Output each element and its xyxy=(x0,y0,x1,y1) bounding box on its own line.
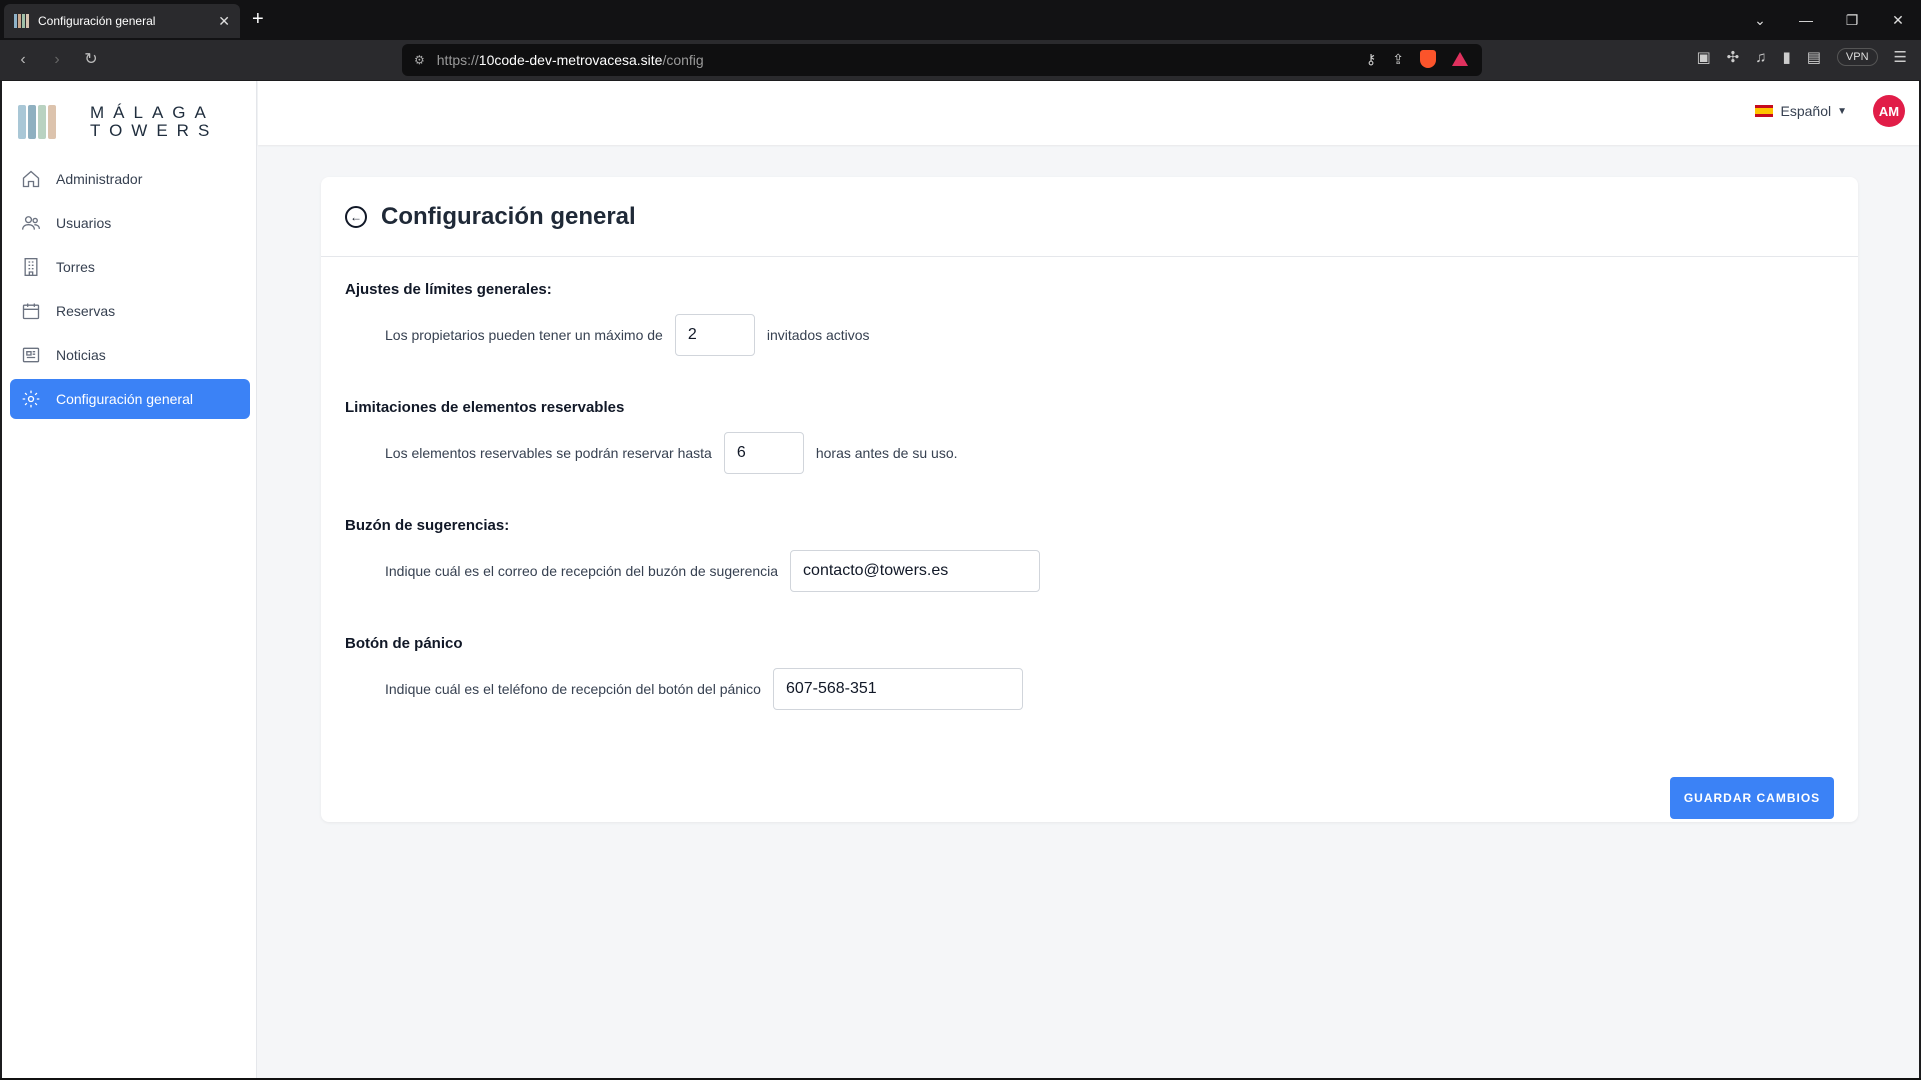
back-arrow-icon[interactable]: ‹ xyxy=(12,49,34,71)
setting-prefix: Indique cuál es el teléfono de recepción… xyxy=(385,681,761,697)
minimize-icon[interactable]: — xyxy=(1783,12,1829,28)
card-header: ← Configuración general xyxy=(321,177,1858,257)
site-favicon-icon xyxy=(14,14,30,28)
menu-icon[interactable]: ☰ xyxy=(1894,48,1907,66)
restore-icon[interactable]: ❐ xyxy=(1829,12,1875,29)
setting-suffix: invitados activos xyxy=(766,327,870,343)
setting-prefix: Indique cuál es el correo de recepción d… xyxy=(385,563,779,579)
logo[interactable]: MÁLAGA TOWERS xyxy=(18,99,228,145)
section-heading: Ajustes de límites generales: xyxy=(345,281,552,298)
sidebar-item-usuarios[interactable]: Usuarios xyxy=(10,203,250,243)
sidebar-item-label: Administrador xyxy=(56,171,143,187)
setting-row: Indique cuál es el correo de recepción d… xyxy=(345,550,1745,592)
share-icon[interactable]: ⇪ xyxy=(1392,51,1404,68)
sidebar-item-reservas[interactable]: Reservas xyxy=(10,291,250,331)
top-header: Español ▼ AM xyxy=(258,81,1919,145)
avatar[interactable]: AM xyxy=(1873,95,1905,127)
panic-phone-input[interactable] xyxy=(772,668,1023,710)
sidebar-item-label: Noticias xyxy=(56,347,106,363)
config-card: ← Configuración general Ajustes de límit… xyxy=(321,177,1858,822)
setting-row: Indique cuál es el teléfono de recepción… xyxy=(345,668,1745,710)
section-suggestions: Buzón de sugerencias: Indique cuál es el… xyxy=(345,517,1745,592)
sidebar-item-label: Usuarios xyxy=(56,215,112,231)
puzzle-icon[interactable]: ✣ xyxy=(1727,48,1740,66)
users-icon xyxy=(20,212,42,234)
tab-close-icon[interactable]: ✕ xyxy=(218,13,230,30)
forward-arrow-icon[interactable]: › xyxy=(46,49,68,71)
section-limits: Ajustes de límites generales: Los propie… xyxy=(345,281,1745,356)
home-icon xyxy=(20,168,42,190)
browser-tab[interactable]: Configuración general ✕ xyxy=(4,4,240,38)
chevron-down-icon: ▼ xyxy=(1837,105,1847,117)
brave-shield-icon[interactable] xyxy=(1420,50,1436,68)
section-reservable: Limitaciones de elementos reservables Lo… xyxy=(345,399,1745,474)
music-icon[interactable]: ♫ xyxy=(1755,49,1766,66)
setting-suffix: horas antes de su uso. xyxy=(815,445,958,461)
max-guests-input[interactable] xyxy=(674,314,755,356)
hours-before-input[interactable] xyxy=(723,432,804,474)
sidebar-item-label: Torres xyxy=(56,259,95,275)
language-selector[interactable]: Español ▼ xyxy=(1754,103,1847,119)
sidebar-item-noticias[interactable]: Noticias xyxy=(10,335,250,375)
spain-flag-icon xyxy=(1754,105,1773,117)
gear-icon xyxy=(20,388,42,410)
save-button[interactable]: GUARDAR CAMBIOS xyxy=(1670,777,1834,819)
close-window-icon[interactable]: ✕ xyxy=(1875,12,1921,29)
section-panic: Botón de pánico Indique cuál es el teléf… xyxy=(345,635,1745,710)
browser-toolbar: ‹ › ↻ ⚙ https://10code-dev-metrovacesa.s… xyxy=(0,40,1921,80)
new-tab-icon[interactable]: + xyxy=(252,8,264,30)
reload-icon[interactable]: ↻ xyxy=(80,49,102,71)
sidebar: MÁLAGA TOWERS Administrador Usuarios Tor… xyxy=(2,81,257,1078)
section-heading: Limitaciones de elementos reservables xyxy=(345,399,625,416)
newspaper-icon xyxy=(20,344,42,366)
suggestions-email-input[interactable] xyxy=(790,550,1041,592)
extension-icon[interactable]: ▣ xyxy=(1696,48,1710,66)
site-settings-icon[interactable]: ⚙ xyxy=(414,53,425,67)
url-text: https://10code-dev-metrovacesa.site/conf… xyxy=(436,52,704,68)
sidebar-toggle-icon[interactable]: ▮ xyxy=(1782,48,1790,66)
logo-text: MÁLAGA TOWERS xyxy=(90,103,219,140)
logo-mark-icon xyxy=(18,105,56,139)
sidebar-item-torres[interactable]: Torres xyxy=(10,247,250,287)
key-icon[interactable]: ⚷ xyxy=(1366,51,1376,68)
vpn-button[interactable]: VPN xyxy=(1836,48,1878,66)
language-label: Español xyxy=(1780,103,1832,119)
extension-icons: ▣ ✣ ♫ ▮ ▤ VPN ☰ xyxy=(1696,48,1907,66)
section-heading: Botón de pánico xyxy=(345,635,463,652)
calendar-icon xyxy=(20,300,42,322)
tab-title: Configuración general xyxy=(38,14,156,28)
back-circle-arrow-icon[interactable]: ← xyxy=(345,205,367,228)
sidebar-item-configuracion-general[interactable]: Configuración general xyxy=(10,379,250,419)
sidebar-item-administrador[interactable]: Administrador xyxy=(10,159,250,199)
building-icon xyxy=(20,256,42,278)
setting-row: Los elementos reservables se podrán rese… xyxy=(345,432,1745,474)
setting-prefix: Los propietarios pueden tener un máximo … xyxy=(385,327,663,343)
section-heading: Buzón de sugerencias: xyxy=(345,517,510,534)
tab-strip: Configuración general ✕ + ⌄ — ❐ ✕ xyxy=(0,0,1921,40)
tab-search-icon[interactable]: ⌄ xyxy=(1737,12,1783,29)
sidebar-nav: Administrador Usuarios Torres Reservas N… xyxy=(10,159,250,423)
url-actions: ⚷ ⇪ xyxy=(1366,50,1468,68)
wallet-icon[interactable]: ▤ xyxy=(1807,48,1821,66)
window-controls: ⌄ — ❐ ✕ xyxy=(1737,0,1921,40)
browser-window: Configuración general ✕ + ⌄ — ❐ ✕ ‹ › ↻ … xyxy=(0,0,1921,1080)
page: MÁLAGA TOWERS Administrador Usuarios Tor… xyxy=(2,81,1919,1078)
page-title: Configuración general xyxy=(381,202,636,230)
address-bar[interactable]: ⚙ https://10code-dev-metrovacesa.site/co… xyxy=(402,44,1482,76)
brave-rewards-icon[interactable] xyxy=(1452,52,1468,66)
setting-prefix: Los elementos reservables se podrán rese… xyxy=(385,445,712,461)
sidebar-item-label: Reservas xyxy=(56,303,116,319)
sidebar-item-label: Configuración general xyxy=(56,391,193,407)
setting-row: Los propietarios pueden tener un máximo … xyxy=(345,314,1745,356)
